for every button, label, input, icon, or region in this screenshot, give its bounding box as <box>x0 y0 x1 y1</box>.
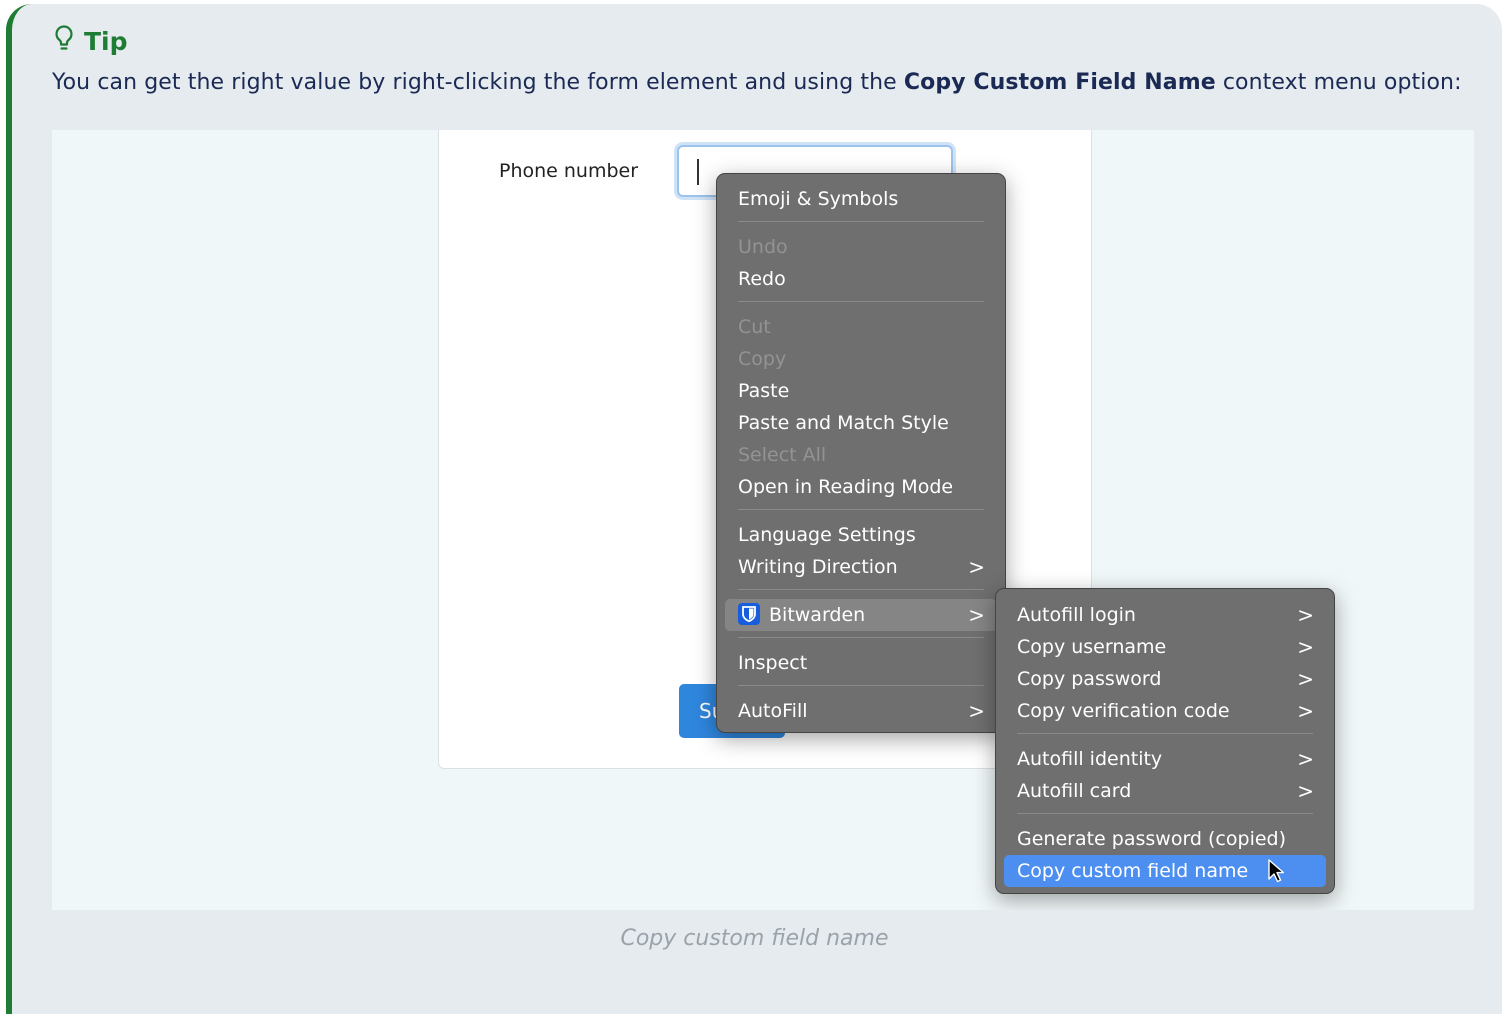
chevron-right-icon: > <box>968 555 985 579</box>
submenu-item-copy-custom-field-name[interactable]: Copy custom field name <box>1004 855 1326 887</box>
menu-separator <box>738 637 984 638</box>
menu-separator <box>1017 733 1313 734</box>
menu-item-undo-label: Undo <box>738 236 788 258</box>
submenu-item-autofill-login-label: Autofill login <box>1017 604 1136 626</box>
submenu-item-copy-username[interactable]: Copy username > <box>1004 631 1326 663</box>
chevron-right-icon: > <box>968 699 985 723</box>
lightbulb-icon <box>52 24 76 58</box>
submenu-item-copy-custom-field-name-label: Copy custom field name <box>1017 860 1249 882</box>
menu-item-writing-direction-label: Writing Direction <box>738 556 898 578</box>
menu-item-language-settings[interactable]: Language Settings <box>725 519 997 551</box>
menu-separator <box>1017 813 1313 814</box>
menu-item-bitwarden-label: Bitwarden <box>769 604 866 626</box>
menu-item-inspect[interactable]: Inspect <box>725 647 997 679</box>
menu-item-autofill-label: AutoFill <box>738 700 808 722</box>
submenu-item-autofill-identity-label: Autofill identity <box>1017 748 1163 770</box>
submenu-item-autofill-login[interactable]: Autofill login > <box>1004 599 1326 631</box>
submenu-item-autofill-identity[interactable]: Autofill identity > <box>1004 743 1326 775</box>
menu-item-reading-mode-label: Open in Reading Mode <box>738 476 954 498</box>
tip-text-bold: Copy Custom Field Name <box>903 70 1216 95</box>
tip-text: You can get the right value by right-cli… <box>52 70 1462 95</box>
menu-item-paste[interactable]: Paste <box>725 375 997 407</box>
menu-item-paste-match-style-label: Paste and Match Style <box>738 412 949 434</box>
menu-item-autofill[interactable]: AutoFill > <box>725 695 997 727</box>
phone-number-label: Phone number <box>499 160 639 182</box>
submenu-item-copy-username-label: Copy username <box>1017 636 1167 658</box>
chevron-right-icon: > <box>1297 779 1314 803</box>
bitwarden-submenu: Autofill login > Copy username > Copy pass… <box>995 588 1335 894</box>
menu-separator <box>738 221 984 222</box>
submenu-item-autofill-card[interactable]: Autofill card > <box>1004 775 1326 807</box>
menu-item-redo-label: Redo <box>738 268 786 290</box>
menu-item-select-all-label: Select All <box>738 444 827 466</box>
tip-header: Tip <box>52 24 128 58</box>
screenshot-figure: Phone number Submit Emoji & Symbols Undo… <box>52 130 1474 910</box>
submenu-item-copy-verification-code[interactable]: Copy verification code > <box>1004 695 1326 727</box>
menu-item-emoji-symbols[interactable]: Emoji & Symbols <box>725 183 997 215</box>
menu-item-inspect-label: Inspect <box>738 652 808 674</box>
figure-caption: Copy custom field name <box>620 926 889 951</box>
menu-separator <box>738 685 984 686</box>
tip-title: Tip <box>84 26 128 56</box>
chevron-right-icon: > <box>1297 747 1314 771</box>
submenu-item-copy-password[interactable]: Copy password > <box>1004 663 1326 695</box>
menu-separator <box>738 301 984 302</box>
menu-item-undo: Undo <box>725 231 997 263</box>
menu-separator <box>738 509 984 510</box>
menu-item-cut-label: Cut <box>738 316 771 338</box>
tip-text-after: context menu option: <box>1215 70 1462 95</box>
menu-item-cut: Cut <box>725 311 997 343</box>
menu-item-bitwarden[interactable]: Bitwarden > <box>725 599 997 631</box>
submenu-item-copy-verification-code-label: Copy verification code <box>1017 700 1230 722</box>
chevron-right-icon: > <box>1297 667 1314 691</box>
menu-item-copy-label: Copy <box>738 348 787 370</box>
menu-item-copy: Copy <box>725 343 997 375</box>
menu-item-paste-label: Paste <box>738 380 790 402</box>
tip-text-before: You can get the right value by right-cli… <box>52 70 904 95</box>
text-caret <box>697 159 699 185</box>
chevron-right-icon: > <box>1297 699 1314 723</box>
submenu-item-copy-password-label: Copy password <box>1017 668 1162 690</box>
submenu-item-generate-password[interactable]: Generate password (copied) <box>1004 823 1326 855</box>
menu-item-writing-direction[interactable]: Writing Direction > <box>725 551 997 583</box>
context-menu: Emoji & Symbols Undo Redo Cut Copy Paste… <box>716 173 1006 733</box>
tip-admonition: Tip You can get the right value by right… <box>6 4 1502 1014</box>
menu-separator <box>738 589 984 590</box>
menu-item-reading-mode[interactable]: Open in Reading Mode <box>725 471 997 503</box>
chevron-right-icon: > <box>1297 603 1314 627</box>
menu-item-select-all: Select All <box>725 439 997 471</box>
menu-item-redo[interactable]: Redo <box>725 263 997 295</box>
bitwarden-shield-icon <box>738 603 760 625</box>
menu-item-language-settings-label: Language Settings <box>738 524 916 546</box>
chevron-right-icon: > <box>968 603 985 627</box>
submenu-item-generate-password-label: Generate password (copied) <box>1017 828 1287 850</box>
mouse-pointer-icon <box>1268 859 1285 893</box>
submenu-item-autofill-card-label: Autofill card <box>1017 780 1132 802</box>
menu-item-emoji-symbols-label: Emoji & Symbols <box>738 188 899 210</box>
menu-item-paste-match-style[interactable]: Paste and Match Style <box>725 407 997 439</box>
chevron-right-icon: > <box>1297 635 1314 659</box>
